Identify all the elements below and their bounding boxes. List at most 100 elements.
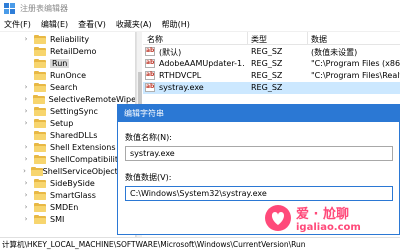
value-row[interactable]: ab (默认) REG_SZ (数值未设置) bbox=[143, 46, 400, 58]
value-row[interactable]: ab systray.exe REG_SZ bbox=[143, 82, 400, 94]
title-bar: 注册表编辑器 bbox=[0, 0, 400, 17]
value-data-cell: (数值未设置) bbox=[311, 48, 358, 57]
dialog-title: 编辑字符串 bbox=[118, 105, 399, 122]
expand-chevron-icon[interactable]: › bbox=[22, 155, 30, 163]
folder-icon bbox=[34, 142, 46, 152]
no-expander bbox=[22, 71, 30, 79]
value-data-label: 数值数据(V): bbox=[125, 173, 172, 182]
watermark-logo-icon bbox=[265, 205, 291, 231]
menu-favorites[interactable]: 收藏夹(A) bbox=[112, 19, 158, 30]
no-expander bbox=[22, 47, 30, 55]
tree-item[interactable]: RunOnce bbox=[0, 69, 135, 81]
tree-item[interactable]: › Shell Extensions bbox=[0, 141, 135, 153]
watermark-url: igaliao.com bbox=[296, 222, 361, 233]
menu-file[interactable]: 文件(F) bbox=[0, 19, 37, 30]
string-value-icon: ab bbox=[145, 59, 155, 68]
value-type-cell: REG_SZ bbox=[251, 47, 283, 56]
expand-chevron-icon[interactable]: › bbox=[22, 191, 30, 199]
tree-item-label: Run bbox=[50, 58, 70, 68]
value-name-cell: systray.exe bbox=[159, 83, 204, 92]
tree-item-label: SettingSync bbox=[50, 106, 98, 116]
tree-item-label: RunOnce bbox=[50, 70, 87, 80]
string-value-icon: ab bbox=[145, 83, 155, 92]
value-type-cell: REG_SZ bbox=[251, 59, 283, 68]
string-value-icon-text: ab bbox=[146, 83, 155, 90]
folder-icon bbox=[34, 118, 46, 128]
folder-icon bbox=[34, 106, 46, 116]
value-name-cell: AdobeAAMUpdater-1.0 bbox=[159, 59, 245, 68]
tree-item-label: Setup bbox=[50, 118, 74, 128]
value-data-cell: "C:\Program Files\Realtek\ bbox=[311, 71, 400, 80]
tree-item-label: SideBySide bbox=[50, 178, 95, 188]
menu-view[interactable]: 查看(V) bbox=[74, 19, 112, 30]
tree-item-label: Reliability bbox=[50, 34, 90, 44]
no-expander bbox=[22, 59, 30, 67]
folder-icon bbox=[34, 82, 46, 92]
value-name-label: 数值名称(N): bbox=[125, 133, 172, 142]
column-header-type[interactable]: 类型 bbox=[251, 34, 267, 45]
folder-icon bbox=[34, 214, 46, 224]
string-value-icon: ab bbox=[145, 71, 155, 80]
string-value-icon-text: ab bbox=[146, 59, 155, 66]
expand-chevron-icon[interactable]: › bbox=[22, 179, 30, 187]
folder-icon bbox=[34, 178, 46, 188]
tree-item-label: SMI bbox=[50, 214, 65, 224]
expand-chevron-icon[interactable]: › bbox=[22, 107, 30, 115]
value-data-cell: "C:\Program Files (x86)\Co bbox=[311, 59, 400, 68]
folder-icon bbox=[33, 94, 46, 104]
expand-chevron-icon[interactable]: › bbox=[22, 167, 27, 175]
tree-item[interactable]: SharedDLLs bbox=[0, 129, 135, 141]
expand-chevron-icon[interactable]: › bbox=[22, 119, 30, 127]
expand-chevron-icon[interactable]: › bbox=[22, 83, 30, 91]
folder-icon bbox=[34, 130, 46, 140]
tree-item[interactable]: › SideBySide bbox=[0, 177, 135, 189]
menu-bar: 文件(F) 编辑(E) 查看(V) 收藏夹(A) 帮助(H) bbox=[0, 17, 400, 32]
tree-item[interactable]: › SmartGlass bbox=[0, 189, 135, 201]
tree-item-label: ShellCompatibility bbox=[50, 154, 123, 164]
expand-chevron-icon[interactable]: › bbox=[22, 143, 30, 151]
menu-help[interactable]: 帮助(H) bbox=[158, 19, 196, 30]
value-row[interactable]: ab AdobeAAMUpdater-1.0 REG_SZ "C:\Program F… bbox=[143, 58, 400, 70]
expand-chevron-icon[interactable]: › bbox=[22, 95, 29, 103]
tree-item-label: SmartGlass bbox=[50, 190, 96, 200]
tree-item[interactable]: › SMDEn bbox=[0, 201, 135, 213]
tree-item-label: RetailDemo bbox=[50, 46, 97, 56]
value-name-cell: RTHDVCPL bbox=[159, 71, 202, 80]
folder-icon bbox=[34, 202, 46, 212]
value-name-field[interactable]: systray.exe bbox=[125, 146, 393, 161]
value-data-field[interactable]: C:\Windows\System32\systray.exe bbox=[125, 186, 393, 201]
folder-icon bbox=[31, 166, 44, 176]
tree-item[interactable]: › ShellServiceObjectDela bbox=[0, 165, 135, 177]
string-value-icon-text: ab bbox=[146, 47, 155, 54]
tree-item[interactable]: Run bbox=[0, 57, 135, 69]
tree-item[interactable]: › Search bbox=[0, 81, 135, 93]
tree-item[interactable]: RetailDemo bbox=[0, 45, 135, 57]
registry-tree[interactable]: › Reliability RetailDemo Run RunOnce › Search ›… bbox=[0, 32, 136, 237]
tree-item-label: SharedDLLs bbox=[50, 130, 98, 140]
folder-icon bbox=[34, 46, 46, 56]
tree-item[interactable]: › Setup bbox=[0, 117, 135, 129]
no-expander bbox=[22, 131, 30, 139]
watermark: 爱 · 尬聊 igaliao.com bbox=[262, 200, 400, 240]
value-type-cell: REG_SZ bbox=[251, 71, 283, 80]
tree-item[interactable]: › Reliability bbox=[0, 33, 135, 45]
string-value-icon: ab bbox=[145, 47, 155, 56]
expand-chevron-icon[interactable]: › bbox=[22, 35, 30, 43]
value-type-cell: REG_SZ bbox=[251, 83, 283, 92]
value-row[interactable]: ab RTHDVCPL REG_SZ "C:\Program Files\Realte… bbox=[143, 70, 400, 82]
column-header-name[interactable]: 名称 bbox=[147, 34, 163, 45]
expand-chevron-icon[interactable]: › bbox=[22, 215, 30, 223]
folder-icon bbox=[34, 154, 46, 164]
string-value-icon-text: ab bbox=[146, 71, 155, 78]
status-bar-path: 计算机\HKEY_LOCAL_MACHINE\SOFTWARE\Microsof… bbox=[0, 237, 400, 251]
column-header-data[interactable]: 数据 bbox=[311, 34, 327, 45]
menu-edit[interactable]: 编辑(E) bbox=[37, 19, 74, 30]
tree-item[interactable]: › ShellCompatibility bbox=[0, 153, 135, 165]
tree-item-label: SMDEn bbox=[50, 202, 79, 212]
tree-item[interactable]: › SelectiveRemoteWipe bbox=[0, 93, 135, 105]
tree-item-label: Shell Extensions bbox=[50, 142, 116, 152]
tree-item[interactable]: › SMI bbox=[0, 213, 135, 225]
value-name-cell: (默认) bbox=[159, 48, 182, 57]
expand-chevron-icon[interactable]: › bbox=[22, 203, 30, 211]
tree-item[interactable]: › SettingSync bbox=[0, 105, 135, 117]
